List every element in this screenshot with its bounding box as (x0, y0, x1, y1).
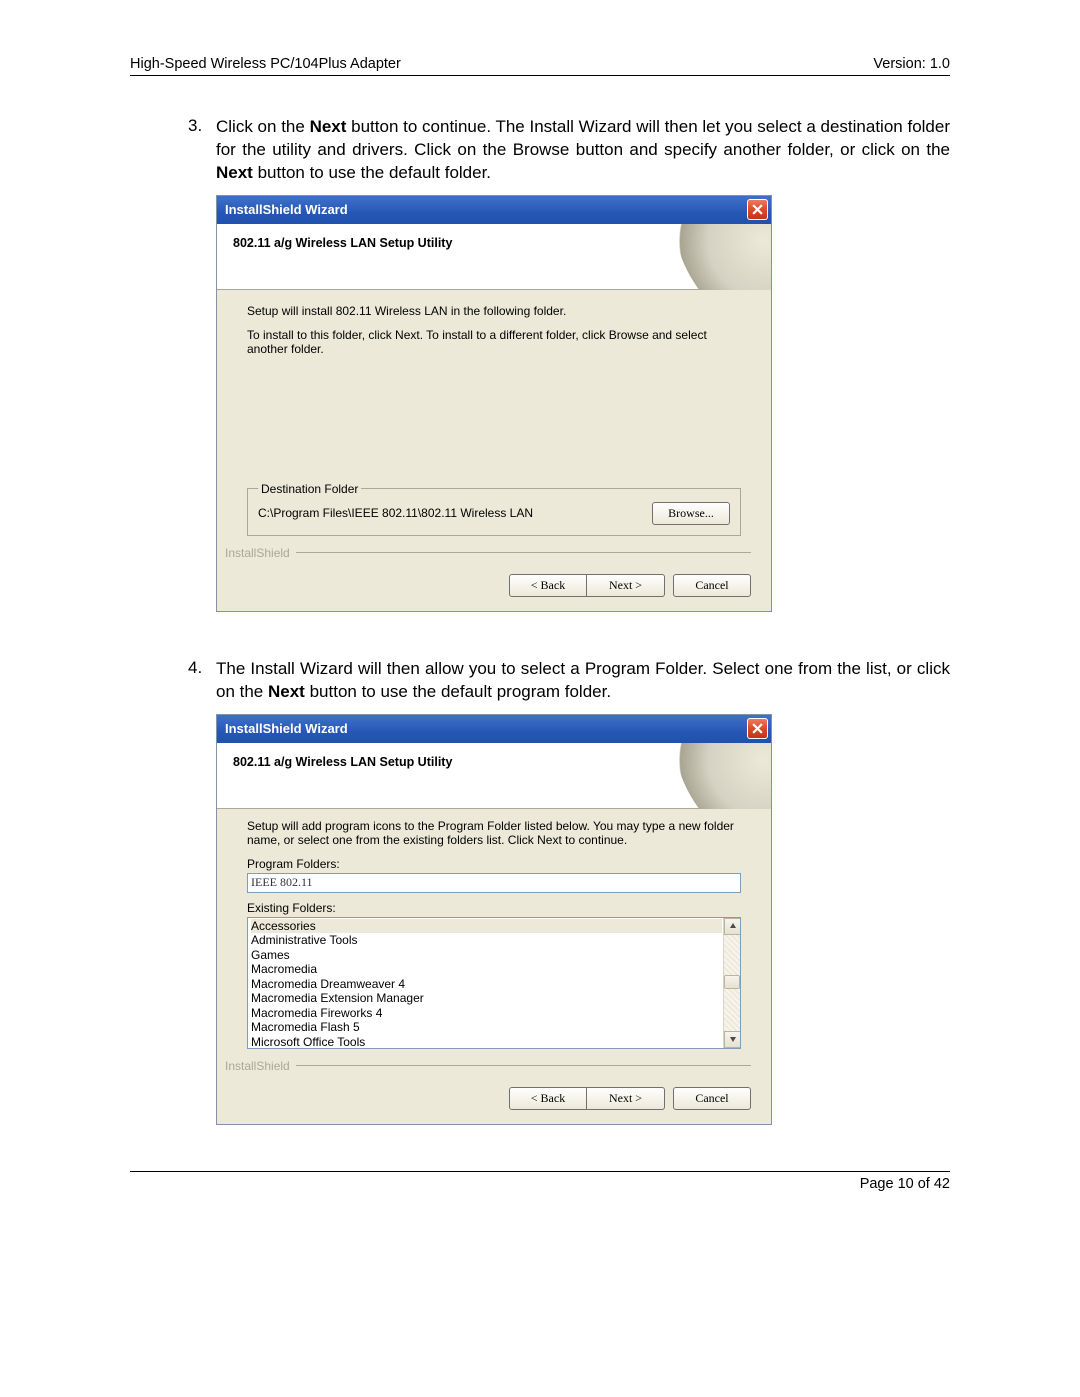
dialog-titlebar: InstallShield Wizard (217, 196, 771, 224)
dialog-title: InstallShield Wizard (225, 721, 348, 736)
list-item[interactable]: Administrative Tools (251, 933, 722, 948)
header-right: Version: 1.0 (873, 56, 950, 72)
back-button[interactable]: < Back (509, 574, 587, 597)
step-4-number: 4. (188, 658, 216, 704)
program-folders-input[interactable]: IEEE 802.11 (247, 873, 741, 893)
list-item[interactable]: Macromedia Dreamweaver 4 (251, 977, 722, 992)
list-item[interactable]: Games (251, 948, 722, 963)
list-item[interactable]: Microsoft Office Tools (251, 1035, 722, 1049)
existing-folders-label: Existing Folders: (247, 901, 741, 915)
browse-button[interactable]: Browse... (652, 502, 730, 525)
dialog-titlebar: InstallShield Wizard (217, 715, 771, 743)
destination-path: C:\Program Files\IEEE 802.11\802.11 Wire… (258, 506, 533, 520)
close-icon[interactable] (747, 718, 768, 739)
scroll-thumb[interactable] (724, 975, 740, 989)
dialog2-line1: Setup will add program icons to the Prog… (247, 819, 741, 847)
list-item[interactable]: Macromedia Fireworks 4 (251, 1006, 722, 1021)
page-footer: Page 10 of 42 (130, 1171, 950, 1192)
step-3-text: Click on the Next button to continue. Th… (216, 116, 950, 185)
scroll-down-icon[interactable] (724, 1031, 741, 1048)
close-icon[interactable] (747, 199, 768, 220)
installshield-label: InstallShield (225, 546, 751, 560)
next-button[interactable]: Next > (587, 1087, 665, 1110)
step-4-text: The Install Wizard will then allow you t… (216, 658, 950, 704)
step-3-number: 3. (188, 116, 216, 185)
list-item[interactable]: Accessories (251, 919, 722, 934)
destination-folder-legend: Destination Folder (258, 482, 361, 496)
scrollbar[interactable] (723, 918, 740, 1048)
header-left: High-Speed Wireless PC/104Plus Adapter (130, 56, 401, 72)
step-4: 4. The Install Wizard will then allow yo… (188, 658, 950, 704)
cancel-button[interactable]: Cancel (673, 574, 751, 597)
page-curl-graphic (651, 743, 771, 809)
dialog1-line2: To install to this folder, click Next. T… (247, 328, 741, 356)
destination-folder-group: Destination Folder C:\Program Files\IEEE… (247, 482, 741, 536)
next-button[interactable]: Next > (587, 574, 665, 597)
step-3: 3. Click on the Next button to continue.… (188, 116, 950, 185)
back-button[interactable]: < Back (509, 1087, 587, 1110)
dialog-banner: 802.11 a/g Wireless LAN Setup Utility (217, 743, 771, 809)
cancel-button[interactable]: Cancel (673, 1087, 751, 1110)
page-header: High-Speed Wireless PC/104Plus Adapter V… (130, 56, 950, 76)
installshield-label: InstallShield (225, 1059, 751, 1073)
program-folders-label: Program Folders: (247, 857, 741, 871)
install-wizard-dialog-program-folder: InstallShield Wizard 802.11 a/g Wireless… (216, 714, 772, 1125)
dialog-title: InstallShield Wizard (225, 202, 348, 217)
list-item[interactable]: Macromedia (251, 962, 722, 977)
scroll-up-icon[interactable] (724, 918, 741, 935)
dialog-banner: 802.11 a/g Wireless LAN Setup Utility (217, 224, 771, 290)
install-wizard-dialog-destination: InstallShield Wizard 802.11 a/g Wireless… (216, 195, 772, 612)
existing-folders-listbox[interactable]: Accessories Administrative Tools Games M… (247, 917, 741, 1049)
list-item[interactable]: Macromedia Extension Manager (251, 991, 722, 1006)
dialog1-line1: Setup will install 802.11 Wireless LAN i… (247, 304, 741, 318)
page-number: Page 10 of 42 (860, 1176, 950, 1192)
list-item[interactable]: Macromedia Flash 5 (251, 1020, 722, 1035)
page-curl-graphic (651, 224, 771, 290)
